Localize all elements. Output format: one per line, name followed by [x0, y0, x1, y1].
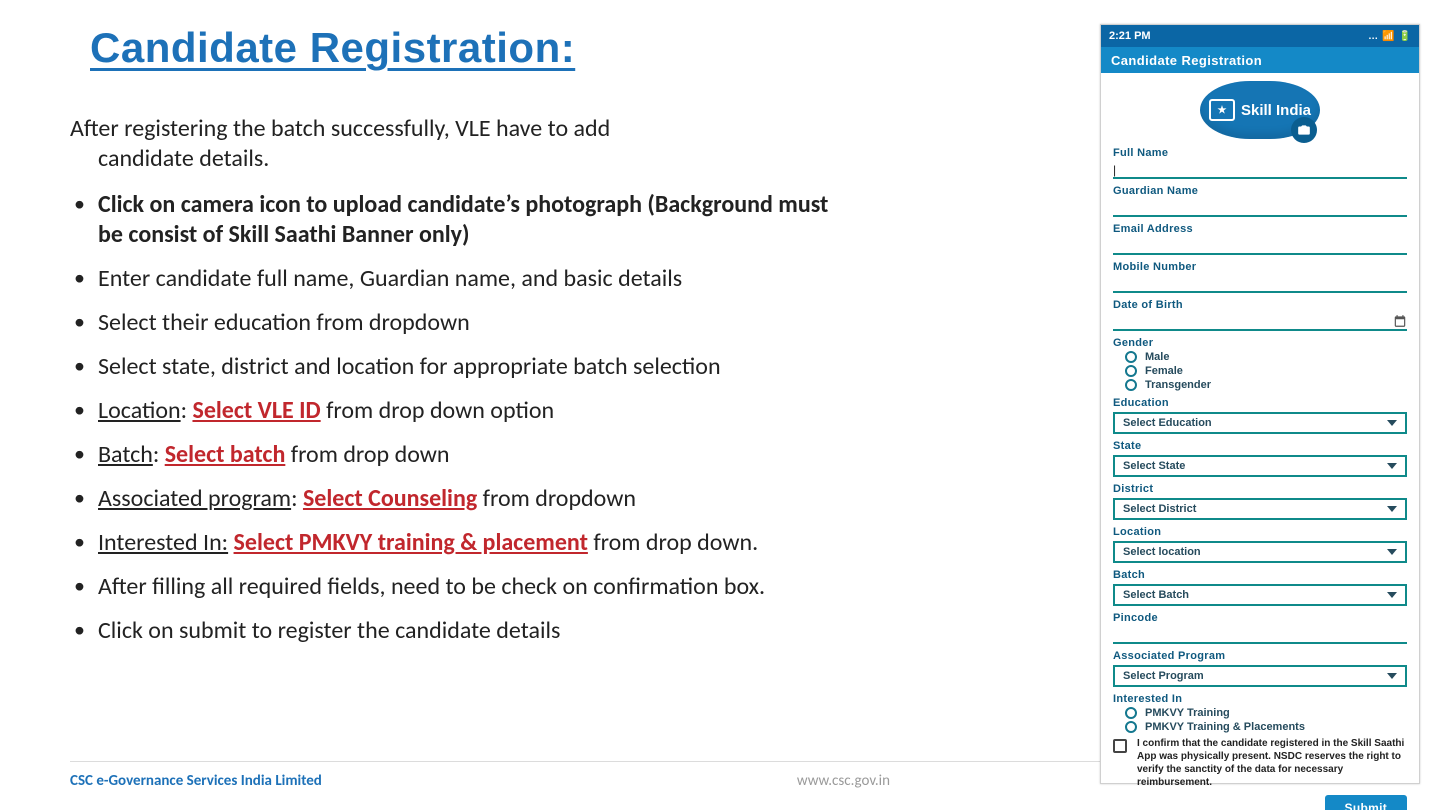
label-dob: Date of Birth [1113, 299, 1407, 311]
instruction-item: Location: Select VLE ID from drop down o… [70, 396, 850, 426]
label-guardian: Guardian Name [1113, 185, 1407, 197]
dropdown-assoc-value: Select Program [1123, 670, 1204, 682]
input-dob[interactable] [1113, 313, 1407, 331]
chevron-down-icon [1387, 549, 1397, 555]
chevron-down-icon [1387, 592, 1397, 598]
confirm-checkbox[interactable] [1113, 739, 1127, 753]
input-full-name[interactable] [1113, 161, 1407, 179]
dropdown-district-value: Select District [1123, 503, 1196, 515]
radio-label: Female [1145, 365, 1183, 377]
chevron-down-icon [1387, 420, 1397, 426]
radio-option[interactable]: Transgender [1125, 379, 1407, 391]
dropdown-state-value: Select State [1123, 460, 1185, 472]
instruction-item: Interested In: Select PMKVY training & p… [70, 528, 850, 558]
label-location: Location [1113, 526, 1407, 538]
intro-line-2: candidate details. [70, 144, 850, 174]
radio-icon [1125, 365, 1137, 377]
radio-option[interactable]: Male [1125, 351, 1407, 363]
instruction-item: Select their education from dropdown [70, 308, 850, 338]
radio-icon [1125, 351, 1137, 363]
dropdown-assoc[interactable]: Select Program [1113, 665, 1407, 687]
dropdown-location-value: Select location [1123, 546, 1201, 558]
gender-radio-group: Male Female Transgender [1113, 351, 1407, 391]
radio-label: Transgender [1145, 379, 1211, 391]
label-batch: Batch [1113, 569, 1407, 581]
status-icons: …📶🔋 [1364, 30, 1411, 42]
page-title: Candidate Registration: [90, 24, 850, 72]
dropdown-district[interactable]: Select District [1113, 498, 1407, 520]
radio-option[interactable]: Female [1125, 365, 1407, 377]
dropdown-education-value: Select Education [1123, 417, 1212, 429]
label-mobile: Mobile Number [1113, 261, 1407, 273]
dropdown-batch-value: Select Batch [1123, 589, 1189, 601]
instruction-item: Enter candidate full name, Guardian name… [70, 264, 850, 294]
confirm-text: I confirm that the candidate registered … [1137, 737, 1407, 789]
camera-icon[interactable] [1291, 117, 1317, 143]
chevron-down-icon [1387, 506, 1397, 512]
footer-url: www.csc.gov.in [797, 772, 890, 790]
label-district: District [1113, 483, 1407, 495]
instruction-item: Associated program: Select Counseling fr… [70, 484, 850, 514]
dropdown-education[interactable]: Select Education [1113, 412, 1407, 434]
label-education: Education [1113, 397, 1407, 409]
calendar-icon [1393, 314, 1407, 328]
submit-button[interactable]: Submit [1325, 795, 1407, 810]
radio-label: PMKVY Training & Placements [1145, 721, 1305, 733]
skill-india-logo-icon: ★ [1209, 99, 1235, 121]
radio-icon [1125, 721, 1137, 733]
instruction-item: Select state, district and location for … [70, 352, 850, 382]
dropdown-location[interactable]: Select location [1113, 541, 1407, 563]
label-pincode: Pincode [1113, 612, 1407, 624]
radio-option[interactable]: PMKVY Training [1125, 707, 1407, 719]
intro-line-1: After registering the batch successfully… [70, 114, 610, 143]
phone-mockup: 2:21 PM …📶🔋 Candidate Registration ★ Ski… [1100, 24, 1420, 784]
dropdown-state[interactable]: Select State [1113, 455, 1407, 477]
intro-text: After registering the batch successfully… [70, 114, 850, 174]
label-gender: Gender [1113, 337, 1407, 349]
radio-label: PMKVY Training [1145, 707, 1230, 719]
radio-icon [1125, 379, 1137, 391]
input-email[interactable] [1113, 237, 1407, 255]
chevron-down-icon [1387, 673, 1397, 679]
radio-icon [1125, 707, 1137, 719]
radio-option[interactable]: PMKVY Training & Placements [1125, 721, 1407, 733]
status-time: 2:21 PM [1109, 30, 1151, 42]
chevron-down-icon [1387, 463, 1397, 469]
app-bar: Candidate Registration [1101, 47, 1419, 73]
label-email: Email Address [1113, 223, 1407, 235]
status-bar: 2:21 PM …📶🔋 [1101, 25, 1419, 47]
input-guardian[interactable] [1113, 199, 1407, 217]
label-interested: Interested In [1113, 693, 1407, 705]
instruction-item: After filling all required fields, need … [70, 572, 850, 602]
instruction-item: Batch: Select batch from drop down [70, 440, 850, 470]
label-assoc: Associated Program [1113, 650, 1407, 662]
interested-radio-group: PMKVY Training PMKVY Training & Placement… [1113, 707, 1407, 733]
radio-label: Male [1145, 351, 1169, 363]
instruction-item: Click on camera icon to upload candidate… [70, 190, 850, 250]
instruction-list: Click on camera icon to upload candidate… [70, 190, 850, 646]
footer-org: CSC e-Governance Services India Limited [70, 772, 322, 790]
label-state: State [1113, 440, 1407, 452]
label-full-name: Full Name [1113, 147, 1407, 159]
dropdown-batch[interactable]: Select Batch [1113, 584, 1407, 606]
instruction-item: Click on submit to register the candidat… [70, 616, 850, 646]
input-mobile[interactable] [1113, 275, 1407, 293]
avatar-label: Skill India [1241, 102, 1311, 119]
input-pincode[interactable] [1113, 626, 1407, 644]
